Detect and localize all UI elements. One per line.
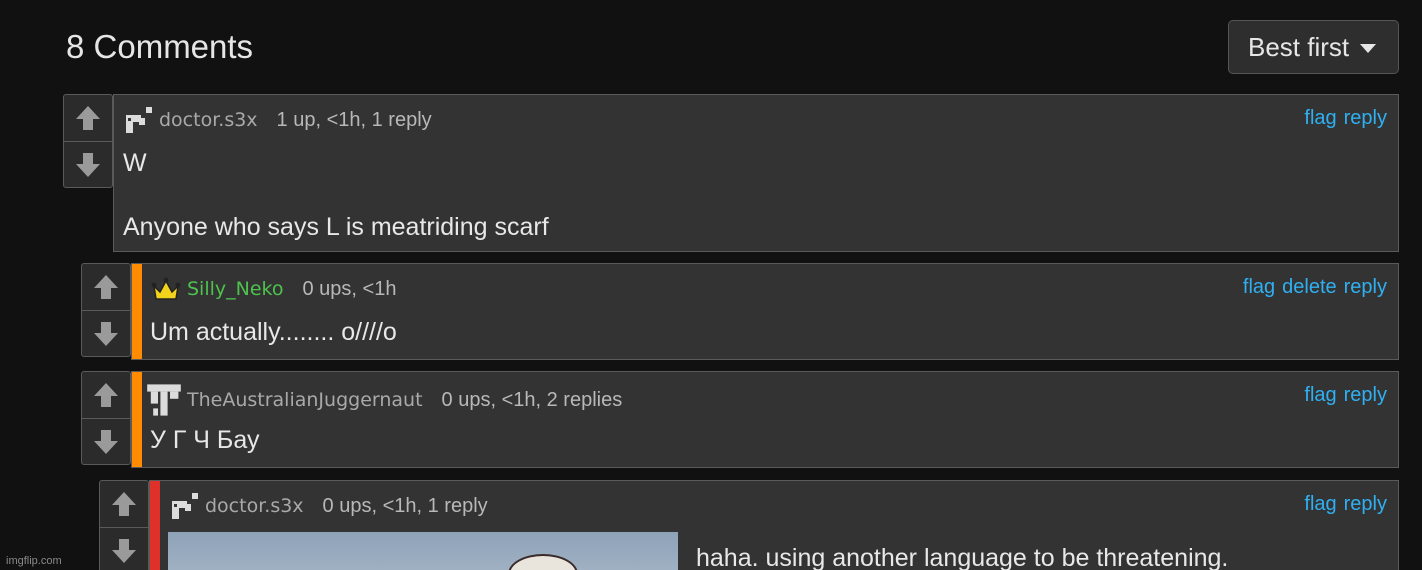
comment-image[interactable] [168,532,678,570]
comment-stats: 1 up, <1h, 1 reply [276,108,432,131]
image-content [508,554,578,570]
comment-meta: Silly_Neko 0 ups, <1h [150,274,396,304]
comment-actions: flag reply [1297,384,1387,407]
comment-body: Um actually........ o////o [150,316,397,348]
comment: doctor.s3x 0 ups, <1h, 1 reply flag reply… [149,480,1399,570]
comment-stats: 0 ups, <1h [302,277,397,300]
username[interactable]: Silly_Neko [187,278,284,300]
comment-meta: TheAustralianJuggernaut 0 ups, <1h, 2 re… [146,382,622,418]
comment-meta: doctor.s3x 1 up, <1h, 1 reply [124,105,432,135]
avatar[interactable] [170,491,200,521]
flag-link[interactable]: flag [1243,276,1275,298]
sort-dropdown[interactable]: Best first [1228,20,1399,74]
comment: doctor.s3x 1 up, <1h, 1 reply flag reply … [113,94,1399,252]
username[interactable]: doctor.s3x [159,109,258,131]
flag-link[interactable]: flag [1304,493,1336,515]
reply-link[interactable]: reply [1344,276,1387,298]
reply-link[interactable]: reply [1344,493,1387,515]
page-title: 8 Comments [66,28,254,65]
comment-text: У Г Ч Бау [150,426,260,454]
comment-actions: flag reply [1297,493,1387,516]
comment-body: У Г Ч Бау [150,424,259,456]
arrow-down-icon [112,538,136,563]
watermark: imgflip.com [6,555,62,567]
upvote-button[interactable] [100,481,148,527]
sort-label: Best first [1248,31,1350,62]
username[interactable]: doctor.s3x [205,495,304,517]
arrow-up-icon [112,492,136,516]
arrow-up-icon [94,275,118,299]
comment-stats: 0 ups, <1h, 1 reply [322,494,488,517]
upvote-button[interactable] [82,264,130,310]
chevron-down-icon [1360,44,1377,53]
comment-text: haha. using another language to be threa… [696,544,1229,570]
upvote-button[interactable] [64,95,112,141]
reply-link[interactable]: reply [1344,384,1387,406]
vote-box [63,94,113,188]
reply-depth-stripe [150,481,160,570]
comment-text: Anyone who says L is meatriding scarf [123,213,549,241]
vote-box [99,480,149,570]
arrow-up-icon [76,106,100,130]
delete-link[interactable]: delete [1282,276,1337,298]
reply-depth-stripe [132,372,142,467]
comment-body: haha. using another language to be threa… [696,542,1228,570]
crown-icon [151,277,181,300]
reply-depth-stripe [132,264,142,359]
downvote-button[interactable] [100,527,148,570]
vote-box [81,263,131,357]
upvote-button[interactable] [82,372,130,418]
comment-actions: flag reply [1297,107,1387,130]
username[interactable]: TheAustralianJuggernaut [187,389,423,411]
comment-stats: 0 ups, <1h, 2 replies [441,388,623,411]
comment-text: W [123,149,147,177]
comment-body: W Anyone who says L is meatriding scarf [123,147,549,243]
downvote-button[interactable] [82,310,130,356]
avatar[interactable] [124,105,154,135]
flag-link[interactable]: flag [1304,384,1336,406]
arrow-up-icon [94,383,118,407]
comment: Silly_Neko 0 ups, <1h flag delete reply Um… [131,263,1399,360]
flag-link[interactable]: flag [1304,107,1336,129]
downvote-button[interactable] [64,141,112,187]
comment-text: Um actually........ o////o [150,318,397,346]
reply-link[interactable]: reply [1344,107,1387,129]
arrow-down-icon [94,429,118,454]
arrow-down-icon [76,152,100,177]
avatar[interactable] [146,382,182,418]
comment-meta: doctor.s3x 0 ups, <1h, 1 reply [170,491,488,521]
arrow-down-icon [94,321,118,346]
vote-box [81,371,131,465]
comment-actions: flag delete reply [1236,276,1387,299]
downvote-button[interactable] [82,418,130,464]
comment: TheAustralianJuggernaut 0 ups, <1h, 2 re… [131,371,1399,468]
